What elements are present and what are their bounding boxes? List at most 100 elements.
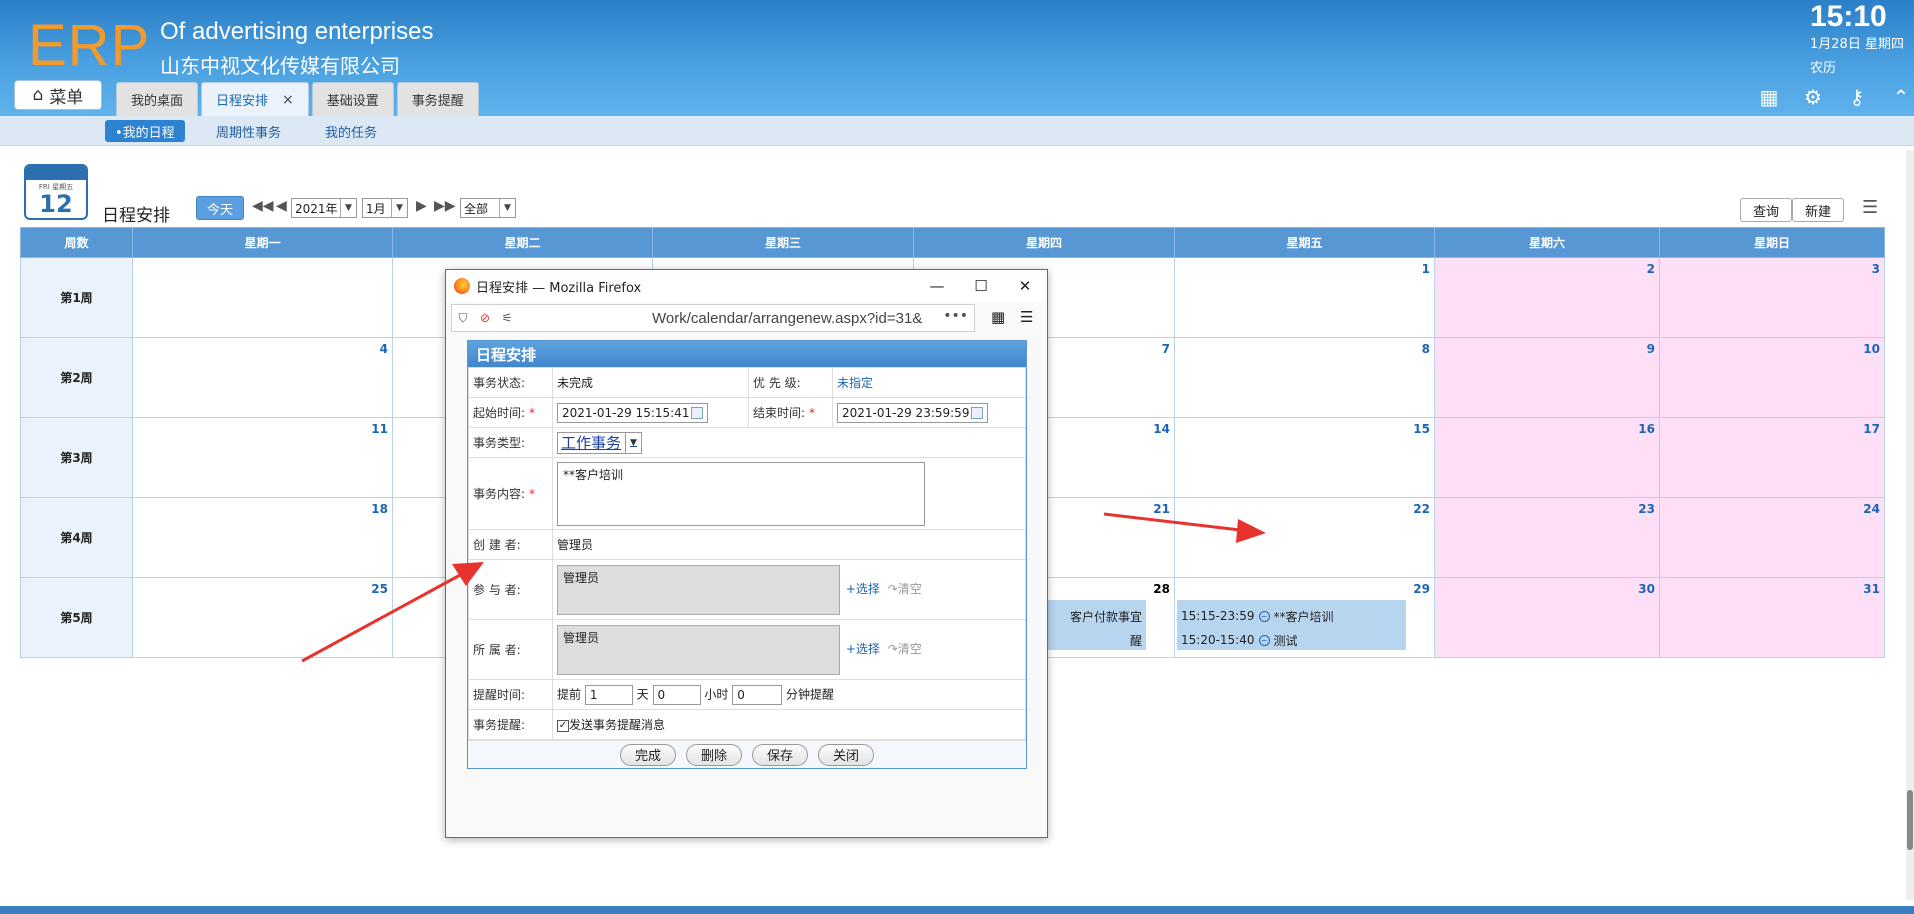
- url-bar[interactable]: ⛉ ⊘ ⚟ Work/calendar/arrangenew.aspx?id=3…: [451, 304, 975, 332]
- day-number[interactable]: 1: [1422, 262, 1430, 276]
- minimize-icon[interactable]: —: [915, 270, 959, 302]
- day-number[interactable]: 31: [1863, 582, 1880, 596]
- remind-hours-input[interactable]: 0: [652, 684, 701, 705]
- content-textarea[interactable]: **客户培训: [557, 461, 925, 526]
- query-button[interactable]: 查询: [1740, 198, 1793, 222]
- extension-icon[interactable]: ▦: [991, 308, 1005, 326]
- day-number[interactable]: 25: [371, 582, 388, 596]
- tab-reminders[interactable]: 事务提醒: [396, 82, 479, 116]
- day-cell[interactable]: [132, 257, 393, 338]
- day-cell[interactable]: 4: [132, 337, 393, 418]
- day-cell[interactable]: 30: [1434, 577, 1660, 658]
- day-number[interactable]: 21: [1153, 502, 1170, 516]
- subnav-periodic[interactable]: 周期性事务: [206, 120, 291, 142]
- tab-desktop[interactable]: 我的桌面: [116, 82, 199, 116]
- day-number[interactable]: 4: [380, 342, 388, 356]
- grid-add-icon[interactable]: ▦: [1758, 85, 1780, 109]
- close-button[interactable]: 关闭: [818, 743, 875, 766]
- day-cell[interactable]: 11: [132, 417, 393, 498]
- save-button[interactable]: 保存: [752, 743, 809, 766]
- minus-circle-icon[interactable]: −: [1258, 634, 1270, 646]
- day-cell[interactable]: 17: [1659, 417, 1885, 498]
- day-cell[interactable]: 16: [1434, 417, 1660, 498]
- day-number[interactable]: 11: [371, 422, 388, 436]
- day-number[interactable]: 7: [1162, 342, 1170, 356]
- event-box[interactable]: 15:15-23:59− **客户培训 15:20-15:40− 测试: [1177, 600, 1406, 650]
- day-cell[interactable]: 25: [132, 577, 393, 658]
- day-number[interactable]: 29: [1413, 582, 1430, 596]
- day-cell[interactable]: 22: [1174, 497, 1435, 578]
- day-number[interactable]: 14: [1153, 422, 1170, 436]
- remind-minutes-input[interactable]: 0: [732, 684, 783, 705]
- month-select[interactable]: 1月 ▼: [362, 198, 408, 218]
- priority-value[interactable]: 未指定: [837, 376, 873, 390]
- owner-clear-link[interactable]: ↷清空: [888, 642, 922, 656]
- notify-checkbox[interactable]: ✓: [557, 719, 569, 732]
- prev-month-icon[interactable]: ◀: [276, 198, 287, 214]
- gear-icon[interactable]: ⚙: [1802, 85, 1824, 109]
- list-view-icon[interactable]: ☰: [1862, 197, 1878, 218]
- day-cell[interactable]: 10: [1659, 337, 1885, 418]
- key-icon[interactable]: ⚷: [1846, 85, 1868, 109]
- day-cell[interactable]: 3: [1659, 257, 1885, 338]
- subnav-my-tasks[interactable]: 我的任务: [315, 120, 387, 142]
- participant-select-link[interactable]: +选择: [846, 582, 880, 596]
- event-item[interactable]: 15:20-15:40− 测试: [1181, 628, 1402, 652]
- filter-select[interactable]: 全部 ▼: [460, 198, 516, 218]
- day-cell[interactable]: 2: [1434, 257, 1660, 338]
- complete-button[interactable]: 完成: [619, 743, 676, 766]
- tab-schedule[interactable]: 日程安排 ×: [201, 82, 309, 116]
- today-button[interactable]: 今天: [196, 196, 244, 220]
- more-icon[interactable]: •••: [943, 308, 968, 324]
- day-number[interactable]: 30: [1638, 582, 1655, 596]
- day-cell[interactable]: 24: [1659, 497, 1885, 578]
- participant-clear-link[interactable]: ↷清空: [888, 582, 922, 596]
- day-cell[interactable]: 29 15:15-23:59− **客户培训 15:20-15:40− 测试: [1174, 577, 1435, 658]
- day-number[interactable]: 9: [1647, 342, 1655, 356]
- day-number[interactable]: 22: [1413, 502, 1430, 516]
- day-cell[interactable]: 15: [1174, 417, 1435, 498]
- maximize-icon[interactable]: ☐: [959, 270, 1003, 302]
- date-picker-icon[interactable]: [691, 406, 704, 419]
- day-number[interactable]: 10: [1863, 342, 1880, 356]
- day-number[interactable]: 18: [371, 502, 388, 516]
- type-select[interactable]: 工作事务 ▼: [557, 431, 643, 454]
- next-year-icon[interactable]: ▶▶: [434, 198, 456, 214]
- day-cell[interactable]: 18: [132, 497, 393, 578]
- new-button[interactable]: 新建: [1792, 198, 1845, 222]
- hamburger-icon[interactable]: ☰: [1020, 308, 1033, 326]
- day-cell[interactable]: 8: [1174, 337, 1435, 418]
- page-scrollbar[interactable]: [1906, 150, 1914, 900]
- start-time-input[interactable]: 2021-01-29 15:15:41: [557, 402, 709, 423]
- day-cell[interactable]: 9: [1434, 337, 1660, 418]
- event-item[interactable]: 15:15-23:59− **客户培训: [1181, 604, 1402, 628]
- day-cell[interactable]: 31: [1659, 577, 1885, 658]
- tab-basic-settings[interactable]: 基础设置: [311, 82, 394, 116]
- end-time-input[interactable]: 2021-01-29 23:59:59: [837, 402, 989, 423]
- close-icon[interactable]: ✕: [1003, 270, 1047, 302]
- menu-button[interactable]: ⌂ 菜单: [14, 80, 102, 110]
- minus-circle-icon[interactable]: −: [1258, 610, 1270, 622]
- day-number[interactable]: 16: [1638, 422, 1655, 436]
- owner-select-link[interactable]: +选择: [846, 642, 880, 656]
- date-picker-icon[interactable]: [971, 406, 984, 419]
- subnav-my-schedule[interactable]: •我的日程: [105, 120, 185, 142]
- day-number[interactable]: 3: [1872, 262, 1880, 276]
- collapse-icon[interactable]: ⌃: [1890, 85, 1912, 109]
- firefox-popup-window: 日程安排 — Mozilla Firefox — ☐ ✕ ⛉ ⊘ ⚟ Work/…: [445, 269, 1048, 838]
- tab-close-icon[interactable]: ×: [282, 92, 294, 108]
- day-number[interactable]: 17: [1863, 422, 1880, 436]
- remind-days-input[interactable]: 1: [584, 684, 633, 705]
- day-number[interactable]: 2: [1647, 262, 1655, 276]
- day-number[interactable]: 8: [1422, 342, 1430, 356]
- day-number[interactable]: 24: [1863, 502, 1880, 516]
- day-cell[interactable]: 1: [1174, 257, 1435, 338]
- prev-year-icon[interactable]: ◀◀: [252, 198, 274, 214]
- day-number[interactable]: 28: [1153, 582, 1170, 596]
- year-select[interactable]: 2021年 ▼: [291, 198, 357, 218]
- day-cell[interactable]: 23: [1434, 497, 1660, 578]
- day-number[interactable]: 23: [1638, 502, 1655, 516]
- delete-button[interactable]: 删除: [685, 743, 742, 766]
- day-number[interactable]: 15: [1413, 422, 1430, 436]
- next-month-icon[interactable]: ▶: [416, 198, 427, 214]
